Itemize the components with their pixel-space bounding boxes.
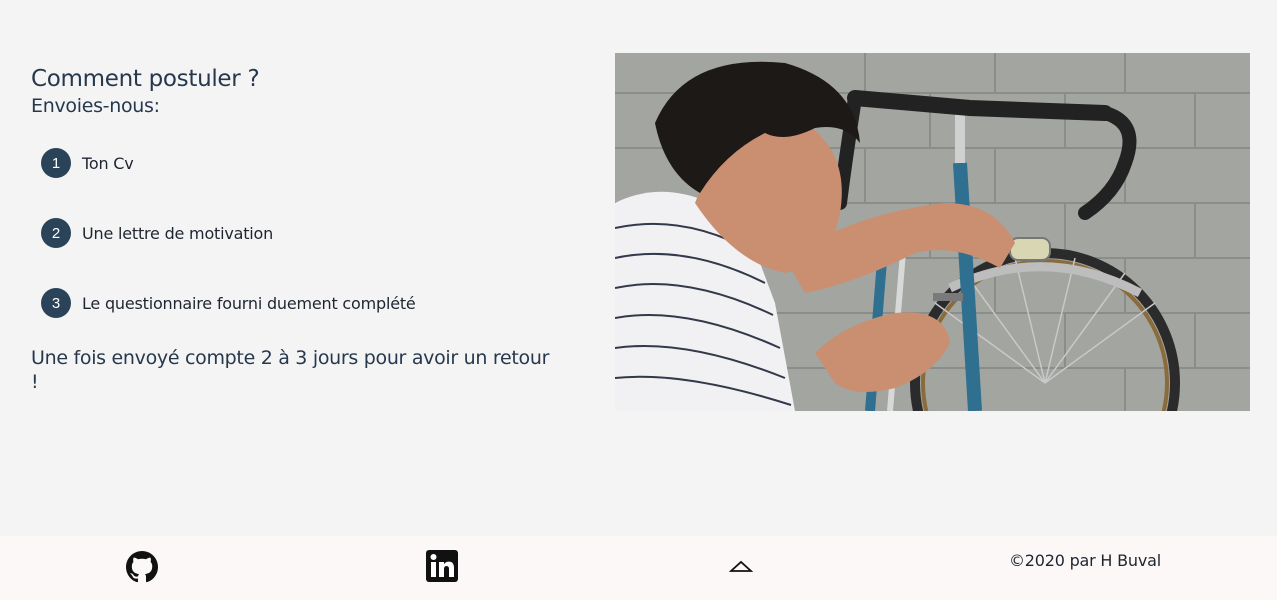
linkedin-link[interactable]	[426, 550, 458, 582]
step-number-badge: 1	[41, 148, 71, 178]
step-label: Le questionnaire fourni duement complété	[82, 293, 416, 313]
chevron-up-icon	[728, 560, 754, 572]
main-section: Comment postuler ? Envoies-nous: 1 Ton C…	[0, 0, 1277, 536]
step-number-badge: 2	[41, 218, 71, 248]
linkedin-icon	[426, 550, 458, 582]
step-number-badge: 3	[41, 288, 71, 318]
page-title: Comment postuler ?	[31, 66, 260, 92]
section-subtitle: Envoies-nous:	[31, 95, 160, 117]
list-item: 2 Une lettre de motivation	[41, 218, 273, 248]
copyright-text: ©2020 par H Buval	[1009, 551, 1161, 570]
bike-repair-photo	[615, 53, 1250, 411]
github-link[interactable]	[126, 551, 158, 583]
github-icon	[126, 551, 158, 583]
scroll-to-top-button[interactable]	[728, 558, 754, 574]
list-item: 1 Ton Cv	[41, 148, 134, 178]
step-label: Ton Cv	[82, 153, 134, 173]
response-time-note: Une fois envoyé compte 2 à 3 jours pour …	[31, 347, 550, 393]
footer: ©2020 par H Buval	[0, 536, 1277, 600]
step-label: Une lettre de motivation	[82, 223, 274, 243]
apply-section: Comment postuler ? Envoies-nous: 1 Ton C…	[31, 64, 571, 393]
list-item: 3 Le questionnaire fourni duement complé…	[41, 288, 416, 318]
